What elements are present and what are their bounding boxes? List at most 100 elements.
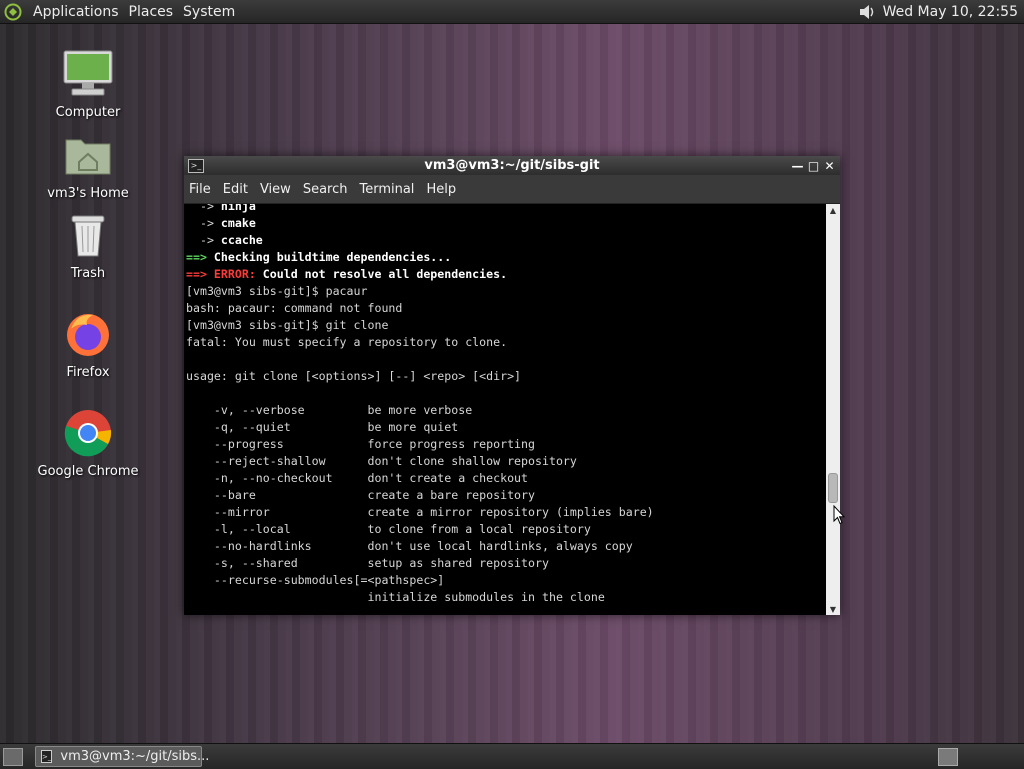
terminal-scrollbar[interactable]: ▲ ▼ xyxy=(826,204,840,615)
terminal-text: --recurse-submodules[=<pathspec>] xyxy=(186,573,445,587)
mouse-pointer-icon xyxy=(833,504,846,529)
computer-icon xyxy=(33,49,143,103)
terminal-line: --no-hardlinks don't use local hardlinks… xyxy=(186,538,654,555)
terminal-line: -s, --shared setup as shared repository xyxy=(186,555,654,572)
minimize-button[interactable]: — xyxy=(791,159,804,173)
close-button[interactable]: ✕ xyxy=(823,159,836,173)
desktop-icon-label: Firefox xyxy=(66,365,110,380)
scroll-down-icon[interactable]: ▼ xyxy=(826,603,840,615)
terminal-text: fatal: You must specify a repository to … xyxy=(186,335,508,349)
menu-help[interactable]: Help xyxy=(420,182,462,197)
terminal-line: usage: git clone [<options>] [--] <repo>… xyxy=(186,368,654,385)
window-title: vm3@vm3:~/git/sibs-git xyxy=(424,158,600,173)
home-folder-icon xyxy=(33,130,143,184)
terminal-line: [vm3@vm3 sibs-git]$ git clone xyxy=(186,317,654,334)
terminal-window: >_ vm3@vm3:~/git/sibs-git — □ ✕ File Edi… xyxy=(184,156,840,615)
desktop-icon-chrome[interactable]: Google Chrome xyxy=(33,408,143,479)
terminal-text: usage: git clone [<options>] [--] <repo>… xyxy=(186,369,522,383)
terminal-text: --reject-shallow don't clone shallow rep… xyxy=(186,454,577,468)
terminal-text: -> xyxy=(186,216,221,230)
system-menu[interactable]: System xyxy=(178,4,240,20)
menu-edit[interactable]: Edit xyxy=(217,182,254,197)
places-menu[interactable]: Places xyxy=(124,4,179,20)
terminal-text: -l, --local to clone from a local reposi… xyxy=(186,522,591,536)
menu-view[interactable]: View xyxy=(254,182,297,197)
terminal-line: -l, --local to clone from a local reposi… xyxy=(186,521,654,538)
terminal-text: -n, --no-checkout don't create a checkou… xyxy=(186,471,529,485)
terminal-line: --bare create a bare repository xyxy=(186,487,654,504)
desktop-icon-label: Computer xyxy=(55,105,121,120)
terminal-line: ==> Checking buildtime dependencies... xyxy=(186,249,654,266)
terminal-text: --progress force progress reporting xyxy=(186,437,536,451)
terminal-text: --no-hardlinks don't use local hardlinks… xyxy=(186,539,633,553)
terminal-line: fatal: You must specify a repository to … xyxy=(186,334,654,351)
menu-file[interactable]: File xyxy=(184,182,217,197)
menu-terminal[interactable]: Terminal xyxy=(353,182,420,197)
terminal-text: bash: pacaur: command not found xyxy=(186,301,403,315)
terminal-icon[interactable]: >_ xyxy=(188,158,204,173)
terminal-text: Could not resolve all dependencies. xyxy=(262,267,508,281)
taskbar-label: vm3@vm3:~/git/sibs... xyxy=(60,749,210,764)
desktop-icon-computer[interactable]: Computer xyxy=(33,49,143,120)
window-titlebar[interactable]: >_ vm3@vm3:~/git/sibs-git — □ ✕ xyxy=(184,156,840,175)
top-panel: Applications Places System Wed May 10, 2… xyxy=(0,0,1024,24)
terminal-line: -> ccache xyxy=(186,232,654,249)
chrome-icon xyxy=(33,408,143,462)
distro-logo-icon[interactable] xyxy=(4,3,22,21)
terminal-line: initialize submodules in the clone xyxy=(186,589,654,606)
firefox-icon xyxy=(33,309,143,363)
terminal-line: --progress force progress reporting xyxy=(186,436,654,453)
terminal-text: ccache xyxy=(220,233,263,247)
terminal-output[interactable]: -> ninja -> cmake -> ccache ==> Checking … xyxy=(184,204,826,615)
menu-search[interactable]: Search xyxy=(297,182,354,197)
taskbar-terminal-button[interactable]: >_ vm3@vm3:~/git/sibs... xyxy=(35,746,209,767)
terminal-text: -> xyxy=(186,204,221,213)
terminal-text: --bare create a bare repository xyxy=(186,488,536,502)
terminal-menubar: File Edit View Search Terminal Help xyxy=(184,175,840,204)
trash-icon xyxy=(33,210,143,264)
terminal-line: ==> ERROR: Could not resolve all depende… xyxy=(186,266,654,283)
terminal-text: cmake xyxy=(220,216,256,230)
speaker-icon[interactable] xyxy=(857,2,877,22)
terminal-text: Checking buildtime dependencies... xyxy=(213,250,452,264)
terminal-text: -q, --quiet be more quiet xyxy=(186,420,459,434)
terminal-line: bash: pacaur: command not found xyxy=(186,300,654,317)
desktop-icon-label: Google Chrome xyxy=(37,464,139,479)
terminal-line: -> ninja xyxy=(186,204,654,215)
terminal-line: -q, --quiet be more quiet xyxy=(186,419,654,436)
scrollbar-thumb[interactable] xyxy=(828,473,838,503)
terminal-text: -> xyxy=(186,233,221,247)
terminal-lines: -> ninja -> cmake -> ccache ==> Checking … xyxy=(186,204,654,606)
terminal-text: ==> xyxy=(186,250,214,264)
terminal-line: --reject-shallow don't clone shallow rep… xyxy=(186,453,654,470)
clock[interactable]: Wed May 10, 22:55 xyxy=(883,4,1018,20)
terminal-text: --mirror create a mirror repository (imp… xyxy=(186,505,654,519)
terminal-text: ninja xyxy=(220,204,256,213)
terminal-line: [vm3@vm3 sibs-git]$ pacaur xyxy=(186,283,654,300)
terminal-line: -> cmake xyxy=(186,215,654,232)
terminal-line: -v, --verbose be more verbose xyxy=(186,402,654,419)
desktop-icon-label: Trash xyxy=(70,266,106,281)
desktop-icon-home[interactable]: vm3's Home xyxy=(33,130,143,201)
terminal-text: ==> ERROR: xyxy=(186,267,263,281)
applications-menu[interactable]: Applications xyxy=(28,4,124,20)
desktop-icon-firefox[interactable]: Firefox xyxy=(33,309,143,380)
bottom-panel: >_ vm3@vm3:~/git/sibs... xyxy=(0,743,1024,769)
desktop-icon-trash[interactable]: Trash xyxy=(33,210,143,281)
desktop-icon-label: vm3's Home xyxy=(47,186,129,201)
terminal-line: --recurse-submodules[=<pathspec>] xyxy=(186,572,654,589)
maximize-button[interactable]: □ xyxy=(807,159,820,173)
terminal-text: initialize submodules in the clone xyxy=(186,590,605,604)
terminal-text: [vm3@vm3 sibs-git]$ pacaur xyxy=(186,284,368,298)
terminal-line: --mirror create a mirror repository (imp… xyxy=(186,504,654,521)
scroll-up-icon[interactable]: ▲ xyxy=(826,204,840,216)
terminal-text: -v, --verbose be more verbose xyxy=(186,403,473,417)
terminal-text: -s, --shared setup as shared repository xyxy=(186,556,549,570)
terminal-icon: >_ xyxy=(41,750,53,763)
workspace-switcher-icon[interactable] xyxy=(938,748,958,766)
terminal-text: [vm3@vm3 sibs-git]$ git clone xyxy=(186,318,389,332)
terminal-line: -n, --no-checkout don't create a checkou… xyxy=(186,470,654,487)
show-desktop-icon[interactable] xyxy=(3,748,23,766)
